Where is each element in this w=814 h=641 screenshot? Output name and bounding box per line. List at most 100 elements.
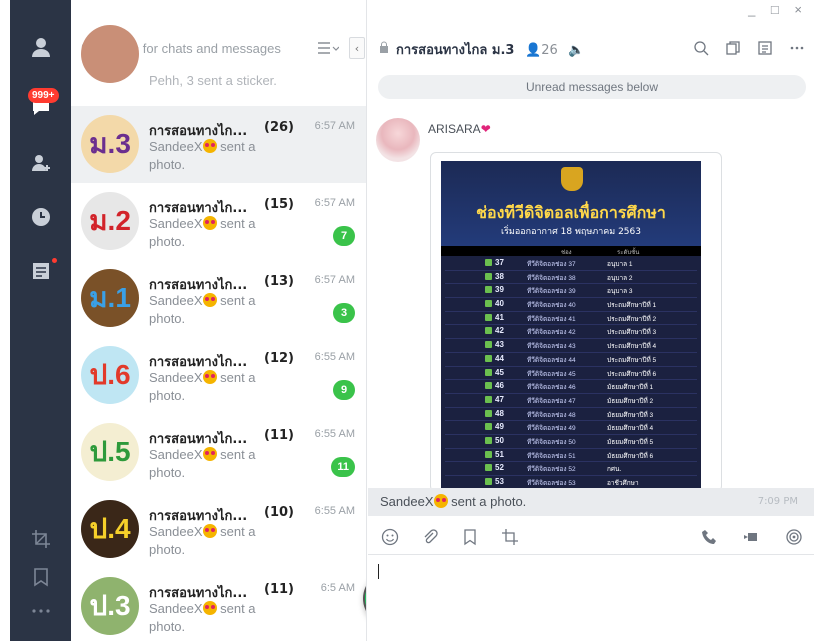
avatar: ป.4 [81,500,139,558]
channel-name: ทีวีดิจิตอลช่อง 41 [527,315,576,323]
video-icon[interactable] [742,527,762,547]
add-friend-icon[interactable] [30,152,52,174]
unread-badge: 3 [333,303,355,323]
message-sender: ARISARA❤ [428,122,491,136]
heart-eyes-emoji [202,139,217,153]
message-composer [368,556,814,641]
tv-icon [485,368,492,376]
channel-number: 38 [495,271,504,281]
message-input[interactable] [378,562,798,632]
poster-row: 44 ทีวีดิจิตอลช่อง 44 ประถมศึกษาปีที่ 5 [445,353,697,367]
chat-time: 6:5 AM [320,582,355,594]
chat-window: _ □ × การสอนทางไกล ม.3 👤26 🔈 Unread mess… [368,0,814,641]
notes-icon[interactable] [756,39,774,57]
preview-sender: SandeeX [149,524,203,539]
avatar: ป.5 [81,423,139,481]
screenshot-icon[interactable] [500,527,520,547]
window-controls[interactable]: _ □ × [748,2,808,17]
notice-text: SandeeX sent a photo. [380,494,526,509]
chat-time: 6:55 AM [314,351,355,363]
channel-name: ทีวีดิจิตอลช่อง 42 [527,329,576,337]
profile-icon[interactable] [30,36,52,58]
channel-level: มัธยมศึกษาปีที่ 5 [607,438,654,446]
live-icon[interactable] [784,527,804,547]
chat-member-count: (10) [264,505,294,520]
chat-item[interactable]: ม.3 การสอนทางไก... (26) 6:57 AM SandeeX sent… [71,106,366,183]
poster-row: 40 ทีวีดิจิตอลช่อง 40 ประถมศึกษาปีที่ 1 [445,298,697,312]
tv-icon [485,464,492,472]
poster-rows: 37 ทีวีดิจิตอลช่อง 37 อนุบาล 1 38 ทีวีดิจิตอ… [445,257,697,490]
chat-member-count: (11) [264,582,294,597]
search-icon[interactable] [692,39,710,57]
clock-icon[interactable] [30,206,52,228]
tv-icon [485,272,492,280]
channel-name: ทีวีดิจิตอลช่อง 38 [527,274,576,282]
chat-preview: Pehh, 3 sent a sticker. [149,73,277,88]
channel-number: 48 [495,408,504,418]
avatar-label: ม.2 [89,205,131,236]
sender-avatar[interactable] [376,118,420,162]
tv-icon [485,423,492,431]
channel-level: มัธยมศึกษาปีที่ 3 [607,411,654,419]
lock-icon [380,41,388,53]
avatar-label: ป.3 [89,590,131,621]
channel-number: 50 [495,435,504,445]
tv-icon [485,286,492,294]
bookmark-icon[interactable] [460,527,480,547]
photo-message[interactable]: ช่องทีวีดิจิตอลเพื่อการศึกษา เริ่มออกอาก… [430,152,722,492]
chat-item[interactable]: ป.3 การสอนทางไก... (11) 6:5 AM SandeeX sent … [71,568,366,641]
bookmark-icon[interactable] [30,566,52,588]
chat-item[interactable]: ม.2 การสอนทางไก... (15) 6:57 AM SandeeX sent… [71,183,366,260]
phone-icon[interactable] [700,527,720,547]
channel-number: 49 [495,422,504,432]
channel-number: 46 [495,381,504,391]
channel-name: ทีวีดิจิตอลช่อง 45 [527,370,576,378]
channel-level: ประถมศึกษาปีที่ 2 [607,315,657,323]
preview-sender: SandeeX [149,447,203,462]
avatar-label: ป.6 [89,359,131,390]
channel-name: ทีวีดิจิตอลช่อง 52 [527,466,576,474]
crop-icon[interactable] [30,528,52,550]
avatar: ม.2 [81,192,139,250]
chat-item[interactable]: Pehh, 3 sent a sticker. [71,16,366,93]
copy-icon[interactable] [724,39,742,57]
poster-col-level: ระดับชั้น [617,249,640,256]
preview-sender: SandeeX [149,293,203,308]
chat-item[interactable]: ป.6 การสอนทางไก... (12) 6:55 AM SandeeX sent… [71,337,366,414]
attach-icon[interactable] [420,527,440,547]
more-icon[interactable] [788,39,806,57]
channel-number: 47 [495,394,504,404]
chat-item[interactable]: ป.5 การสอนทางไก... (11) 6:55 AM SandeeX sent… [71,414,366,491]
poster-row: 50 ทีวีดิจิตอลช่อง 50 มัธยมศึกษาปีที่ 5 [445,435,697,449]
unread-banner: Unread messages below [378,75,806,99]
poster-row: 52 ทีวีดิจิตอลช่อง 52 กศน. [445,462,697,476]
heart-eyes-emoji [202,601,217,615]
poster-row: 46 ทีวีดิจิตอลช่อง 46 มัธยมศึกษาปีที่ 1 [445,380,697,394]
members-icon: 👤 [525,43,542,58]
channel-name: ทีวีดิจิตอลช่อง 53 [527,480,576,487]
chat-time: 6:55 AM [314,428,355,440]
channel-name: ทีวีดิจิตอลช่อง 48 [527,411,576,419]
new-message-notice[interactable]: SandeeX sent a photo. 7:09 PM [368,488,814,516]
chat-item[interactable]: ป.4 การสอนทางไก... (10) 6:55 AM SandeeX sent… [71,491,366,568]
channel-number: 44 [495,353,504,363]
chat-item[interactable]: ม.1 การสอนทางไก... (13) 6:57 AM SandeeX sent… [71,260,366,337]
tv-icon [485,395,492,403]
heart-eyes-emoji [202,370,217,384]
preview-sender: SandeeX [149,601,203,616]
chat-preview: SandeeX sent a photo. [149,600,289,636]
channel-level: อนุบาล 2 [607,274,633,282]
tv-icon [485,450,492,458]
channel-name: ทีวีดิจิตอลช่อง 51 [527,452,576,460]
room-title-block[interactable]: การสอนทางไกล ม.3 👤26 🔈 [396,39,584,60]
avatar [81,25,139,83]
notes-icon[interactable] [30,260,52,282]
channel-level: ประถมศึกษาปีที่ 1 [607,302,657,310]
heart-eyes-emoji [433,494,448,508]
channel-level: มัธยมศึกษาปีที่ 6 [607,452,654,460]
emoji-icon[interactable] [380,527,400,547]
avatar: ป.3 [81,577,139,635]
more-icon[interactable] [30,600,52,622]
channel-name: ทีวีดิจิตอลช่อง 39 [527,288,576,296]
sender-name: ARISARA [428,122,481,136]
